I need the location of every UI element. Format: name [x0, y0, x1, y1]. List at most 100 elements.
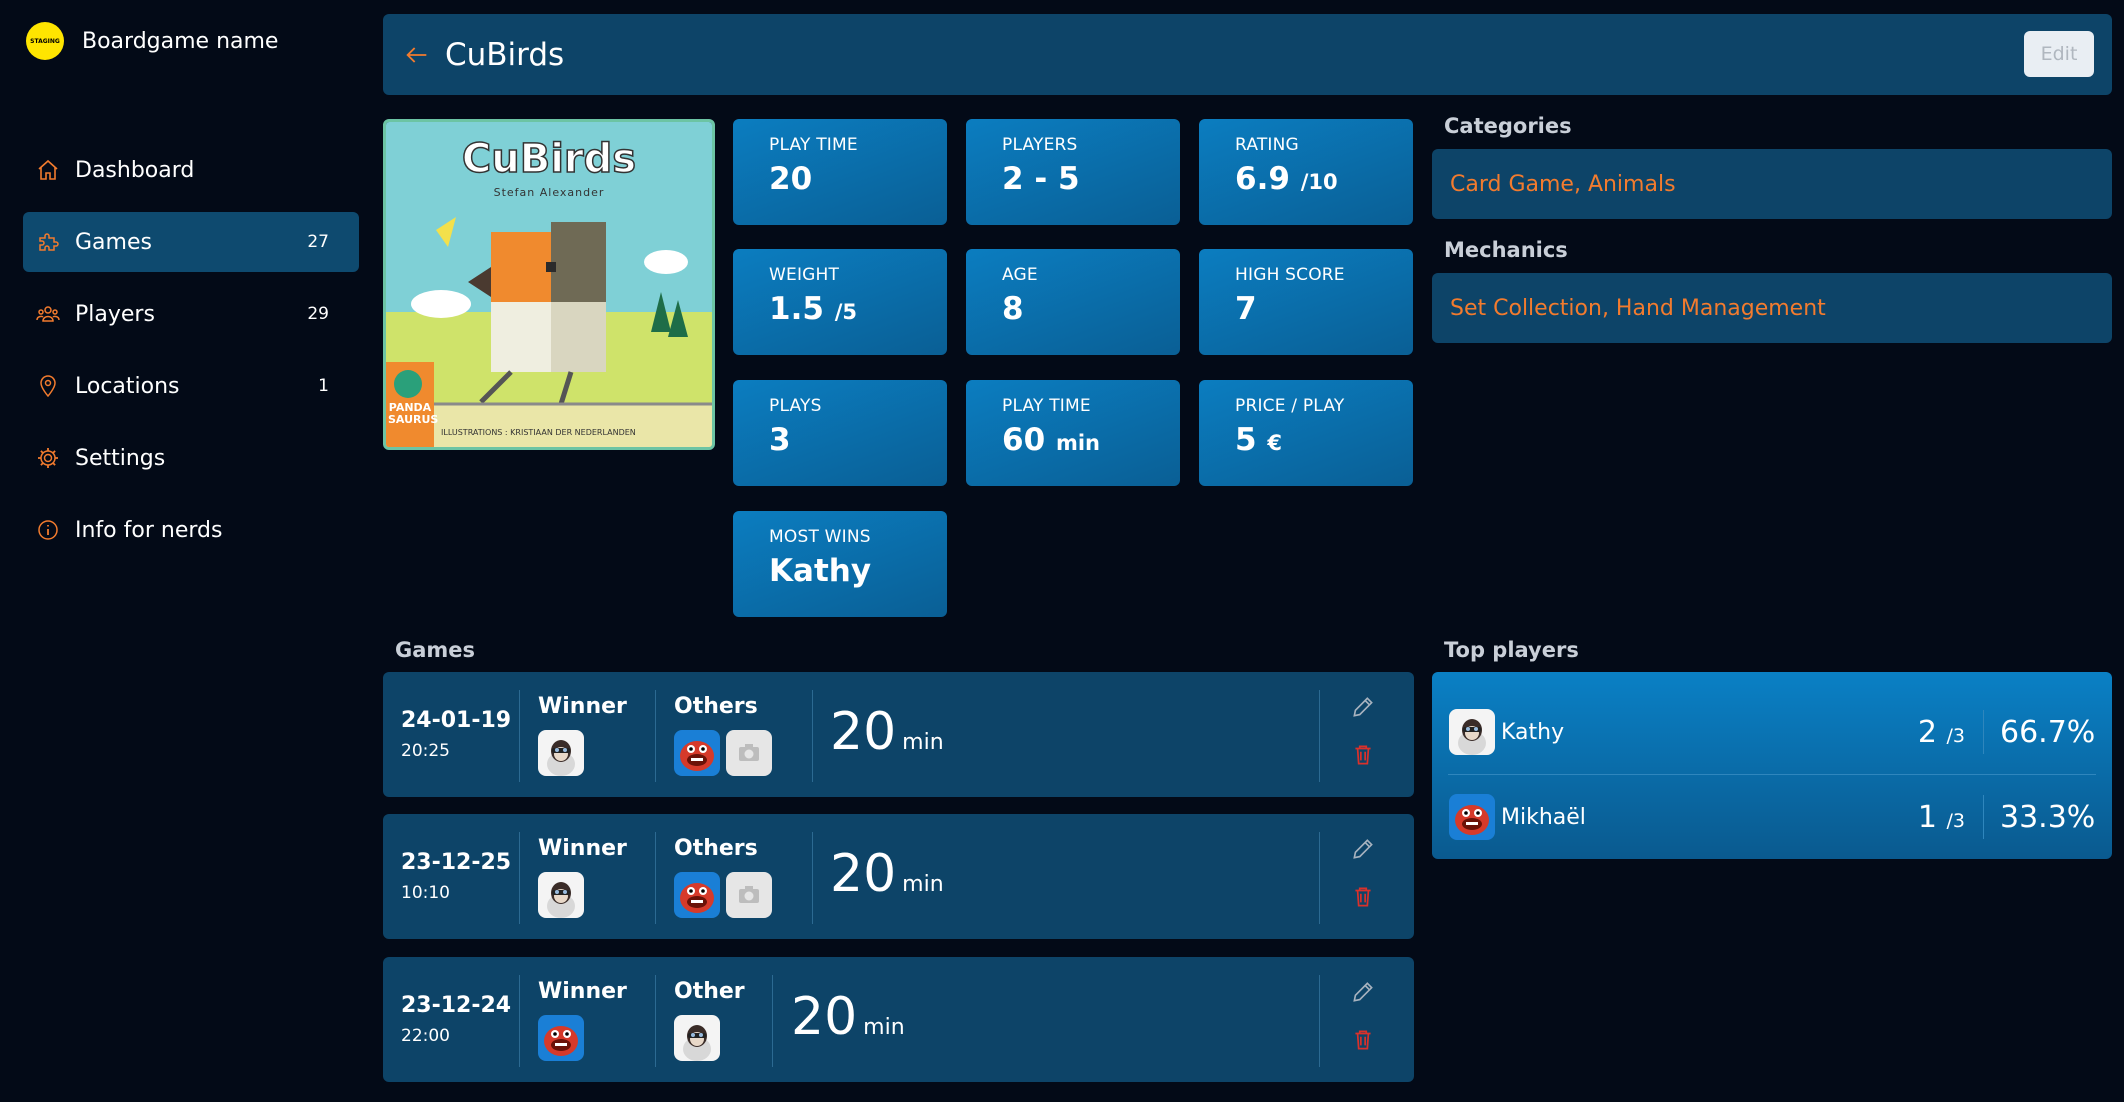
delete-trash-icon[interactable]: [1350, 884, 1376, 910]
games-section-title: Games: [395, 638, 476, 662]
duration-value: 20: [791, 987, 858, 1047]
top-player-row[interactable]: Mikhaël 1 /3 33.3%: [1432, 775, 2112, 859]
avatar-mikhael[interactable]: [674, 872, 720, 918]
stat-high-score: HIGH SCORE 7: [1199, 249, 1413, 355]
avatar-mikhael[interactable]: [538, 1015, 584, 1061]
divider: [772, 975, 773, 1067]
delete-trash-icon[interactable]: [1350, 742, 1376, 768]
brand[interactable]: STAGING Boardgame name: [26, 22, 278, 60]
game-date-time: 22:00: [401, 1026, 450, 1046]
game-date: 24-01-19 20:25: [401, 708, 511, 761]
game-date: 23-12-25 10:10: [401, 850, 511, 903]
cover-publisher: PANDA SAURUS: [388, 401, 439, 426]
divider: [1319, 975, 1320, 1067]
brand-logo: STAGING: [26, 22, 64, 60]
game-date-day: 24-01-19: [401, 708, 512, 733]
top-player-row[interactable]: Kathy 2 /3 66.7%: [1432, 690, 2112, 774]
cover-title: CuBirds: [461, 135, 637, 183]
delete-trash-icon[interactable]: [1350, 1027, 1376, 1053]
duration-value: 20: [830, 702, 897, 762]
game-date-time: 20:25: [401, 741, 450, 761]
divider: [519, 832, 520, 924]
game-row[interactable]: 24-01-19 20:25 Winner Others 20 min: [383, 672, 1414, 797]
stat-value: 5 €: [1235, 422, 1413, 458]
stat-weight: WEIGHT 1.5 /5: [733, 249, 947, 355]
top-players-panel: Kathy 2 /3 66.7% Mikhaël 1 /3 33.3%: [1432, 672, 2112, 859]
edit-pencil-icon[interactable]: [1350, 836, 1376, 862]
avatar-kathy[interactable]: [674, 1015, 720, 1061]
nav-menu: Dashboard Games 27 Players 29 Locations …: [23, 140, 359, 572]
stat-value: 6.9 /10: [1235, 161, 1413, 197]
mechanics-box[interactable]: Set Collection, Hand Management: [1432, 273, 2112, 343]
others-avatars: [674, 730, 778, 776]
others-label: Other: [674, 979, 745, 1004]
nav-item-settings[interactable]: Settings: [23, 428, 359, 488]
stat-label: WEIGHT: [769, 265, 840, 285]
stat-rating: RATING 6.9 /10: [1199, 119, 1413, 225]
divider: [655, 832, 656, 924]
nav-item-games[interactable]: Games 27: [23, 212, 359, 272]
rating-value: 6.9: [1235, 161, 1290, 197]
stat-value: 3: [769, 422, 791, 458]
game-date-day: 23-12-25: [401, 850, 512, 875]
avatar-placeholder-camera-icon[interactable]: [726, 872, 772, 918]
avatar-placeholder-camera-icon[interactable]: [726, 730, 772, 776]
page-title: CuBirds: [445, 36, 565, 73]
nav-count: 29: [307, 304, 329, 324]
avatar-kathy[interactable]: [538, 872, 584, 918]
game-duration: 20 min: [791, 987, 905, 1047]
divider: [812, 832, 813, 924]
winner-avatars: [538, 730, 590, 776]
divider: [655, 690, 656, 782]
nav-label: Settings: [75, 445, 166, 471]
player-wins: 2 /3: [1845, 715, 1983, 750]
stat-value: 2 - 5: [1002, 161, 1080, 197]
wins-value: 2: [1917, 714, 1937, 750]
player-name: Kathy: [1501, 719, 1565, 745]
others-label: Others: [674, 694, 758, 719]
avatar-mikhael[interactable]: [1449, 794, 1495, 840]
avatar-mikhael[interactable]: [674, 730, 720, 776]
stat-label: PLAY TIME: [769, 135, 858, 155]
stat-label: PLAY TIME: [1002, 396, 1091, 416]
stat-label: PLAYERS: [1002, 135, 1078, 155]
edit-button[interactable]: Edit: [2024, 31, 2094, 77]
game-row[interactable]: 23-12-24 22:00 Winner Other 20 min: [383, 957, 1414, 1082]
stat-value: Kathy: [769, 553, 872, 589]
divider: [655, 975, 656, 1067]
stat-most-wins: MOST WINS Kathy: [733, 511, 947, 617]
mechanics-title: Mechanics: [1444, 238, 1568, 262]
nav-item-dashboard[interactable]: Dashboard: [23, 140, 359, 200]
stat-label: RATING: [1235, 135, 1299, 155]
game-row[interactable]: 23-12-25 10:10 Winner Others 20 min: [383, 814, 1414, 939]
back-arrow-icon[interactable]: [401, 39, 433, 71]
categories-box[interactable]: Card Game, Animals: [1432, 149, 2112, 219]
nav-item-locations[interactable]: Locations 1: [23, 356, 359, 416]
nav-item-info[interactable]: Info for nerds: [23, 500, 359, 560]
winner-label: Winner: [538, 836, 627, 861]
winner-label: Winner: [538, 694, 627, 719]
home-icon: [35, 157, 61, 183]
stat-label: HIGH SCORE: [1235, 265, 1345, 285]
cover-author: Stefan Alexander: [493, 186, 605, 199]
game-duration: 20 min: [830, 702, 944, 762]
winner-label: Winner: [538, 979, 627, 1004]
divider: [1319, 832, 1320, 924]
wins-value: 1: [1917, 799, 1937, 835]
edit-pencil-icon[interactable]: [1350, 979, 1376, 1005]
weight-unit: /5: [834, 300, 858, 324]
edit-pencil-icon[interactable]: [1350, 694, 1376, 720]
game-date: 23-12-24 22:00: [401, 993, 511, 1046]
avatar-kathy[interactable]: [1449, 709, 1495, 755]
game-duration: 20 min: [830, 844, 944, 904]
stat-total-play-time: PLAY TIME 60 min: [966, 380, 1180, 486]
nav-count: 27: [307, 232, 329, 252]
duration-unit: min: [863, 1015, 905, 1040]
sidebar: STAGING Boardgame name Dashboard Games 2…: [0, 0, 370, 1102]
stat-value: 8: [1002, 291, 1024, 327]
nav-item-players[interactable]: Players 29: [23, 284, 359, 344]
stat-label: MOST WINS: [769, 527, 871, 547]
avatar-kathy[interactable]: [538, 730, 584, 776]
winner-avatars: [538, 872, 590, 918]
weight-value: 1.5: [769, 291, 824, 327]
